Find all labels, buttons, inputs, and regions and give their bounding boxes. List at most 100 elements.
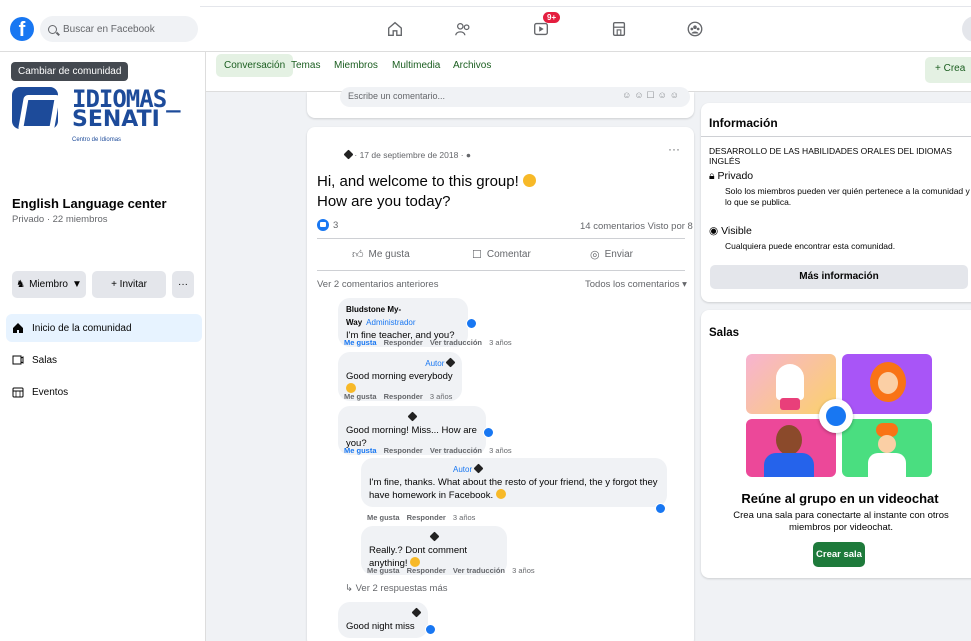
- send-icon: ◎: [590, 249, 600, 261]
- post-reactions[interactable]: 3: [317, 219, 338, 231]
- sidebar-item-eventos[interactable]: Eventos: [6, 378, 202, 406]
- author-avatar-icon: [411, 607, 422, 618]
- author-avatar-icon: [473, 463, 484, 474]
- invite-button[interactable]: + Invitar: [92, 271, 166, 298]
- friends-nav-icon[interactable]: [452, 18, 474, 40]
- comment-like-link[interactable]: Me gusta: [344, 392, 377, 401]
- post-divider: [317, 238, 685, 239]
- eye-icon: ◉: [709, 225, 719, 237]
- globe-icon: ●: [465, 150, 472, 160]
- send-button[interactable]: ◎ Enviar: [590, 248, 633, 261]
- comment-time[interactable]: 3 años: [489, 446, 512, 455]
- group-description: DESARROLLO DE LAS HABILIDADES ORALES DEL…: [709, 146, 952, 166]
- author-avatar-icon: [407, 411, 417, 422]
- post-divider: [317, 270, 685, 271]
- notification-badge: 9+: [543, 12, 561, 23]
- like-button[interactable]: 👍︎ Me gusta: [352, 248, 410, 261]
- comment-like-link[interactable]: Me gusta: [344, 338, 377, 347]
- create-button[interactable]: + Crea: [925, 57, 971, 83]
- group-name[interactable]: English Language center: [12, 196, 167, 211]
- comment-time[interactable]: 3 años: [430, 392, 453, 401]
- create-room-button[interactable]: Crear sala: [813, 542, 865, 567]
- comment-actions: Me gusta Responder 3 años: [344, 392, 452, 401]
- privacy-row: 🔒︎ Privado: [709, 170, 753, 183]
- like-label: Me gusta: [368, 249, 410, 260]
- like-reaction-icon: [655, 503, 666, 514]
- invite-button-label: + Invitar: [111, 279, 147, 290]
- comment-like-link[interactable]: Me gusta: [367, 513, 400, 522]
- senati-logo-mark-icon: [12, 87, 58, 129]
- view-more-replies-link[interactable]: ↳ Ver 2 respuestas más: [345, 583, 448, 594]
- comment-translate-link[interactable]: Ver traducción: [453, 566, 505, 575]
- more-info-button[interactable]: Más información: [710, 265, 968, 289]
- comment-translate-link[interactable]: Ver traducción: [430, 446, 482, 455]
- tab-archivos[interactable]: Archivos: [453, 60, 491, 71]
- switch-community-tooltip: Cambiar de comunidad: [11, 62, 129, 81]
- more-options-button[interactable]: ···: [172, 271, 194, 298]
- logo-line-2: SENATI: [72, 107, 160, 132]
- post-stats[interactable]: 14 comentarios Visto por 8: [580, 221, 693, 232]
- comment-reply-link[interactable]: Responder: [384, 392, 423, 401]
- post-date[interactable]: · 17 de septiembre de 2018 ·: [354, 150, 463, 160]
- comment-reply-link[interactable]: Responder: [384, 338, 423, 347]
- comment-input[interactable]: Escribe un comentario... ☺☺☐☺☺: [340, 87, 690, 107]
- post-meta: · 17 de septiembre de 2018 · ●: [343, 149, 472, 160]
- home-nav-icon[interactable]: [384, 18, 406, 40]
- comment-role-badge: Autor: [453, 465, 473, 474]
- view-previous-comments-link[interactable]: Ver 2 comentarios anteriores: [317, 279, 438, 290]
- group-meta-text: Privado · 22 miembros: [12, 214, 108, 225]
- more-options-label: ···: [178, 279, 188, 290]
- sidebar-item-home[interactable]: Inicio de la comunidad: [6, 314, 202, 342]
- comment-like-link[interactable]: Me gusta: [367, 566, 400, 575]
- comment-button[interactable]: ☐ Comentar: [472, 248, 531, 261]
- post-options-icon[interactable]: ···: [668, 142, 680, 156]
- comment-bubble: Good night miss: [338, 602, 428, 638]
- tab-miembros[interactable]: Miembros: [334, 60, 378, 71]
- like-reaction-icon: [425, 624, 436, 635]
- sidebar-item-label: Inicio de la comunidad: [32, 322, 132, 334]
- facebook-logo-icon[interactable]: f: [10, 17, 34, 41]
- comment-filter-dropdown[interactable]: Todos los comentarios ▾: [585, 279, 687, 290]
- comment-actions: Me gusta Responder Ver traducción 3 años: [367, 566, 535, 575]
- comment-like-link[interactable]: Me gusta: [344, 446, 377, 455]
- marketplace-nav-icon[interactable]: [608, 18, 630, 40]
- tab-conversacion[interactable]: Conversación: [216, 54, 294, 77]
- top-divider: [200, 6, 971, 7]
- account-avatar[interactable]: [962, 16, 971, 42]
- reply-arrow-icon: ↳: [345, 583, 353, 594]
- groups-nav-icon[interactable]: [684, 18, 706, 40]
- post-line-2: How are you today?: [317, 193, 451, 210]
- comment-label: Comentar: [486, 249, 531, 260]
- video-tile-man-icon: [746, 419, 836, 477]
- group-logo[interactable]: IDIOMAS_ SENATI Centro de Idiomas: [12, 85, 202, 150]
- comment-text: Good night miss: [346, 621, 415, 632]
- member-button[interactable]: ♞ Miembro ▼: [12, 271, 86, 298]
- comment-reply-link[interactable]: Responder: [407, 513, 446, 522]
- tab-temas[interactable]: Temas: [291, 60, 320, 71]
- rooms-title: Salas: [709, 327, 740, 339]
- comment-translate-link[interactable]: Ver traducción: [430, 338, 482, 347]
- privacy-description: Solo los miembros pueden ver quién perte…: [725, 186, 970, 207]
- comment-reply-link[interactable]: Responder: [384, 446, 423, 455]
- comment-tools-icon: ☺☺☐☺☺: [622, 90, 682, 100]
- view-more-replies-label: Ver 2 respuestas más: [355, 583, 448, 594]
- comment-time[interactable]: 3 años: [512, 566, 535, 575]
- comment-time[interactable]: 3 años: [453, 513, 476, 522]
- sidebar-item-label: Eventos: [32, 386, 69, 398]
- reply-bubble: Autor I'm fine, thanks. What about the r…: [361, 458, 667, 507]
- author-avatar-icon: [445, 357, 456, 368]
- video-chat-description: Crea una sala para conectarte al instant…: [733, 510, 949, 533]
- tab-multimedia[interactable]: Multimedia: [392, 60, 440, 71]
- like-reaction-icon: [317, 219, 329, 231]
- comment-placeholder: Escribe un comentario...: [348, 91, 446, 101]
- search-input[interactable]: Buscar en Facebook: [40, 16, 198, 42]
- sidebar-item-salas[interactable]: Salas: [6, 346, 202, 374]
- post-body: Hi, and welcome to this group! How are y…: [317, 172, 536, 212]
- comment-role-badge: Autor: [425, 359, 445, 368]
- lock-icon: 🔒︎: [709, 170, 715, 182]
- info-divider: [701, 136, 971, 137]
- logo-subtitle: Centro de Idiomas: [72, 137, 122, 143]
- sad-emoji-icon: [495, 489, 506, 499]
- comment-time[interactable]: 3 años: [489, 338, 512, 347]
- comment-reply-link[interactable]: Responder: [407, 566, 446, 575]
